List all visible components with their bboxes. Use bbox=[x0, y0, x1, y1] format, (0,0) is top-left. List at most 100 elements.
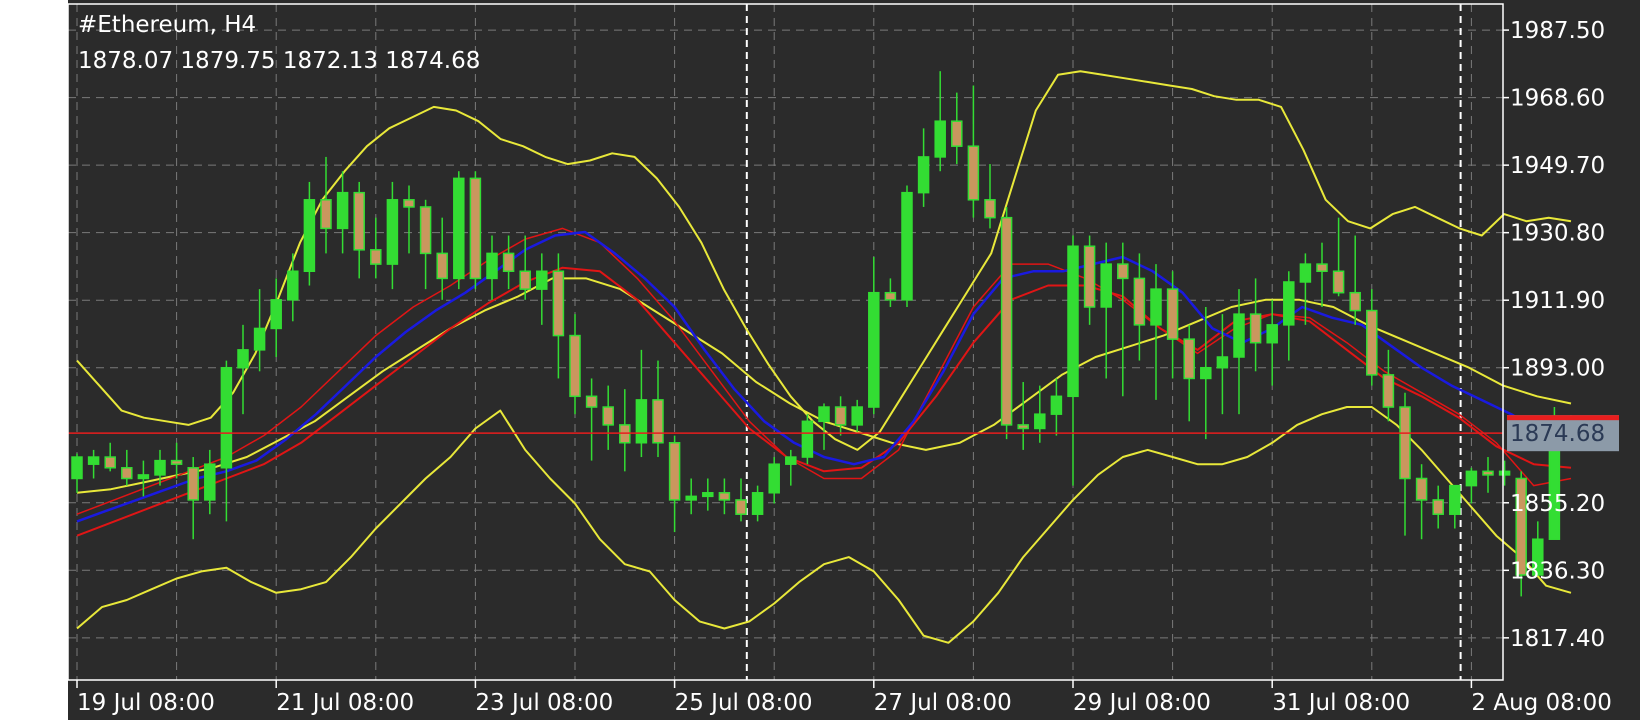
bear-candle-body bbox=[1117, 263, 1129, 280]
bollinger-middle-line bbox=[76, 277, 1572, 494]
bull-candle-body bbox=[536, 270, 548, 290]
bear-candle-body bbox=[735, 499, 747, 515]
candle bbox=[1067, 235, 1079, 486]
bear-candle-body bbox=[1482, 470, 1494, 476]
moving-averages bbox=[76, 227, 1572, 537]
x-tick-label: 31 Jul 08:00 bbox=[1272, 690, 1410, 716]
bear-candle-body bbox=[403, 199, 415, 208]
bull-candle-body bbox=[1034, 413, 1046, 430]
candle bbox=[884, 278, 897, 307]
bull-candle-body bbox=[1233, 313, 1245, 358]
bull-candle-body bbox=[1299, 263, 1312, 283]
y-tick-label: 1817.40 bbox=[1510, 626, 1605, 652]
x-tick-label: 21 Jul 08:00 bbox=[276, 690, 414, 716]
candle bbox=[685, 478, 697, 515]
candle bbox=[702, 478, 714, 511]
candle bbox=[204, 449, 216, 515]
candle bbox=[303, 181, 316, 286]
bull-candle-body bbox=[1266, 324, 1278, 344]
candle bbox=[469, 171, 482, 290]
candle bbox=[121, 449, 133, 486]
bull-candle-body bbox=[154, 459, 166, 476]
grid-lines bbox=[68, 4, 1503, 680]
bull-candle-body bbox=[868, 291, 880, 408]
bull-candle-body bbox=[1449, 484, 1461, 515]
candle bbox=[137, 460, 150, 497]
bull-candle-body bbox=[71, 456, 83, 480]
candle bbox=[353, 181, 365, 279]
candle bbox=[934, 71, 946, 172]
candle bbox=[1432, 485, 1444, 529]
bull-candle-body bbox=[204, 463, 216, 501]
bear-candle-body bbox=[585, 395, 598, 408]
candle bbox=[1283, 271, 1295, 361]
bull-candle-body bbox=[1100, 263, 1112, 308]
candle bbox=[403, 185, 415, 254]
candle bbox=[768, 457, 780, 504]
y-tick-label: 1911.90 bbox=[1510, 288, 1605, 314]
bollinger-upper-line bbox=[76, 70, 1572, 451]
candle bbox=[502, 235, 515, 290]
candle bbox=[1000, 206, 1013, 440]
candle bbox=[419, 199, 432, 290]
y-tick-label: 1949.70 bbox=[1510, 153, 1605, 179]
y-tick-label: 1968.60 bbox=[1510, 86, 1605, 112]
bull-candle-body bbox=[1150, 288, 1162, 326]
candle bbox=[834, 396, 847, 436]
bear-candle-body bbox=[552, 270, 565, 337]
bear-candle-body bbox=[1083, 245, 1096, 308]
y-tick-label: 1893.00 bbox=[1510, 356, 1605, 382]
candle bbox=[1366, 289, 1378, 386]
bear-candle-body bbox=[121, 467, 133, 480]
y-tick-label: 1855.20 bbox=[1510, 491, 1605, 517]
candle bbox=[1482, 457, 1494, 493]
bear-candle-body bbox=[1017, 424, 1029, 430]
candle bbox=[1200, 306, 1212, 440]
current-price-label-marker bbox=[1507, 415, 1619, 421]
bull-candle-body bbox=[635, 399, 648, 444]
bear-candle-body bbox=[1000, 216, 1013, 426]
candle bbox=[652, 360, 664, 458]
candle bbox=[1349, 235, 1361, 325]
axes: 1987.50 1968.60 1949.70 1930.80 1911.90 1893.… bbox=[67, 3, 1619, 716]
bull-candle-body bbox=[785, 456, 797, 465]
bear-candle-body bbox=[320, 199, 332, 230]
candle bbox=[1117, 242, 1129, 397]
bull-candle-body bbox=[685, 495, 697, 501]
bull-candle-body bbox=[1067, 245, 1079, 398]
bull-candle-body bbox=[702, 492, 714, 498]
bear-candle-body bbox=[170, 459, 183, 465]
x-tick-label: 19 Jul 08:00 bbox=[77, 690, 215, 716]
candle bbox=[536, 253, 548, 325]
x-tick-label: 27 Jul 08:00 bbox=[874, 690, 1012, 716]
bear-candle-body bbox=[419, 206, 432, 255]
candle bbox=[1233, 289, 1245, 415]
bull-candle-body bbox=[386, 199, 399, 265]
bull-candle-body bbox=[237, 349, 249, 369]
bull-candle-body bbox=[851, 406, 863, 426]
bear-candle-body bbox=[1382, 374, 1395, 408]
candle bbox=[1465, 467, 1478, 504]
candle bbox=[619, 389, 631, 472]
candle bbox=[1449, 484, 1461, 529]
bear-candle-body bbox=[718, 492, 731, 501]
bear-candle-body bbox=[1349, 291, 1361, 312]
x-tick-label: 2 Aug 08:00 bbox=[1471, 690, 1611, 716]
bull-candle-body bbox=[336, 191, 349, 230]
bull-candle-body bbox=[768, 463, 780, 494]
candle bbox=[1399, 392, 1411, 536]
candle bbox=[1249, 278, 1262, 372]
bull-candle-body bbox=[934, 120, 946, 158]
candle bbox=[751, 485, 764, 522]
candle bbox=[735, 478, 747, 522]
candle bbox=[87, 449, 100, 479]
candle bbox=[668, 435, 681, 533]
candle bbox=[1382, 349, 1395, 422]
candle bbox=[1332, 217, 1345, 297]
candle bbox=[951, 92, 963, 165]
bull-candle-body bbox=[818, 406, 830, 423]
candle bbox=[270, 278, 282, 358]
bull-candle-body bbox=[303, 199, 316, 273]
candle bbox=[71, 453, 83, 493]
candle bbox=[1266, 299, 1278, 386]
